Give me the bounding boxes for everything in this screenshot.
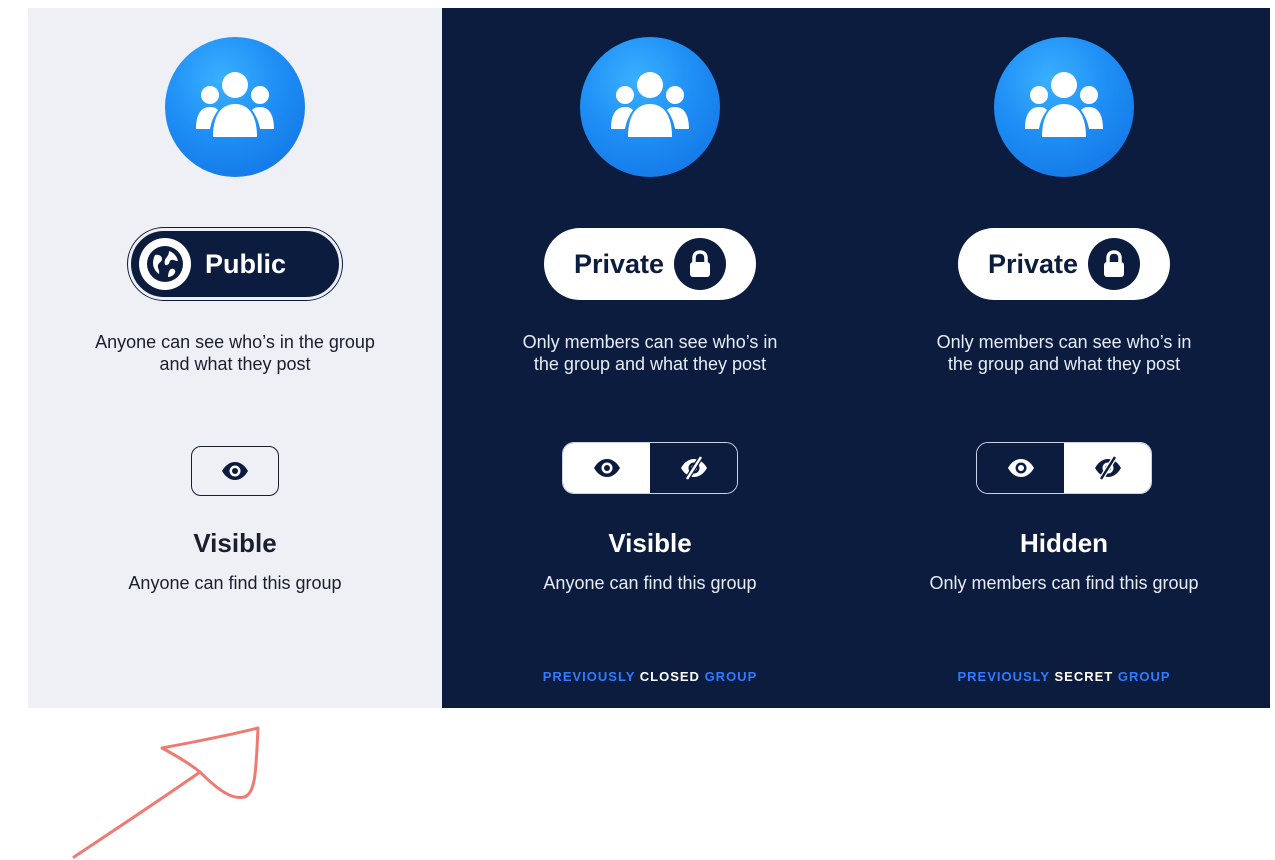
- privacy-label: Public: [205, 248, 287, 279]
- group-members-icon: [580, 37, 720, 177]
- privacy-private-pill: Private: [958, 228, 1170, 300]
- public-panel: Public Anyone can see who’s in the group…: [28, 8, 442, 708]
- hidden-option[interactable]: [1064, 443, 1151, 493]
- privacy-description-line: Anyone can see who’s in the group: [95, 332, 375, 352]
- globe-icon: [139, 238, 191, 290]
- visibility-description: Anyone can find this group: [128, 573, 342, 593]
- group-privacy-graphic: Public Anyone can see who’s in the group…: [28, 8, 1270, 708]
- footer-prefix: PREVIOUSLY: [542, 669, 636, 684]
- privacy-public-pill: Public: [128, 228, 342, 300]
- hidden-option[interactable]: [650, 443, 737, 493]
- footer-keyword: CLOSED: [639, 669, 700, 684]
- visibility-toggle[interactable]: [976, 442, 1152, 494]
- privacy-description: Only members can see who’s in the group …: [442, 331, 858, 375]
- eye-icon: [1007, 459, 1034, 477]
- visibility-title: Visible: [193, 528, 277, 558]
- privacy-private-pill: Private: [544, 228, 756, 300]
- eye-icon: [222, 462, 248, 480]
- previously-secret-group-caption: PREVIOUSLY SECRET GROUP: [858, 669, 1270, 684]
- eye-slash-icon: [680, 456, 707, 480]
- visibility-toggle[interactable]: [562, 442, 738, 494]
- footer-keyword: SECRET: [1054, 669, 1114, 684]
- lock-icon: [1088, 238, 1141, 290]
- private-visible-panel: Private Only members can see who’s in th…: [442, 8, 858, 708]
- group-members-icon: [994, 37, 1134, 177]
- eye-icon: [593, 459, 620, 477]
- visibility-title: Visible: [608, 528, 692, 558]
- footer-suffix: GROUP: [1117, 669, 1171, 684]
- visibility-title: Hidden: [1019, 528, 1109, 558]
- group-members-icon: [165, 37, 305, 177]
- privacy-description-line: and what they post: [159, 354, 311, 374]
- privacy-description-line: the group and what they post: [533, 354, 767, 374]
- visibility-description: Anyone can find this group: [543, 573, 757, 593]
- visibility-toggle: [191, 446, 279, 496]
- visible-option[interactable]: [977, 443, 1064, 493]
- privacy-description: Only members can see who’s in the group …: [858, 331, 1270, 375]
- previously-closed-group-caption: PREVIOUSLY CLOSED GROUP: [442, 669, 858, 684]
- privacy-description: Anyone can see who’s in the group and wh…: [28, 331, 442, 375]
- privacy-description-line: Only members can see who’s in: [936, 332, 1192, 352]
- footer-prefix: PREVIOUSLY: [957, 669, 1050, 684]
- privacy-label: Private: [574, 248, 665, 279]
- visible-option[interactable]: [563, 443, 650, 493]
- visibility-description: Only members can find this group: [929, 573, 1199, 593]
- privacy-description-line: the group and what they post: [947, 354, 1181, 374]
- footer-suffix: GROUP: [704, 669, 758, 684]
- eye-slash-icon: [1094, 456, 1121, 480]
- lock-icon: [674, 238, 727, 290]
- privacy-label: Private: [988, 248, 1079, 279]
- private-hidden-panel: Private Only members can see who’s in th…: [858, 8, 1270, 708]
- privacy-description-line: Only members can see who’s in: [522, 332, 778, 352]
